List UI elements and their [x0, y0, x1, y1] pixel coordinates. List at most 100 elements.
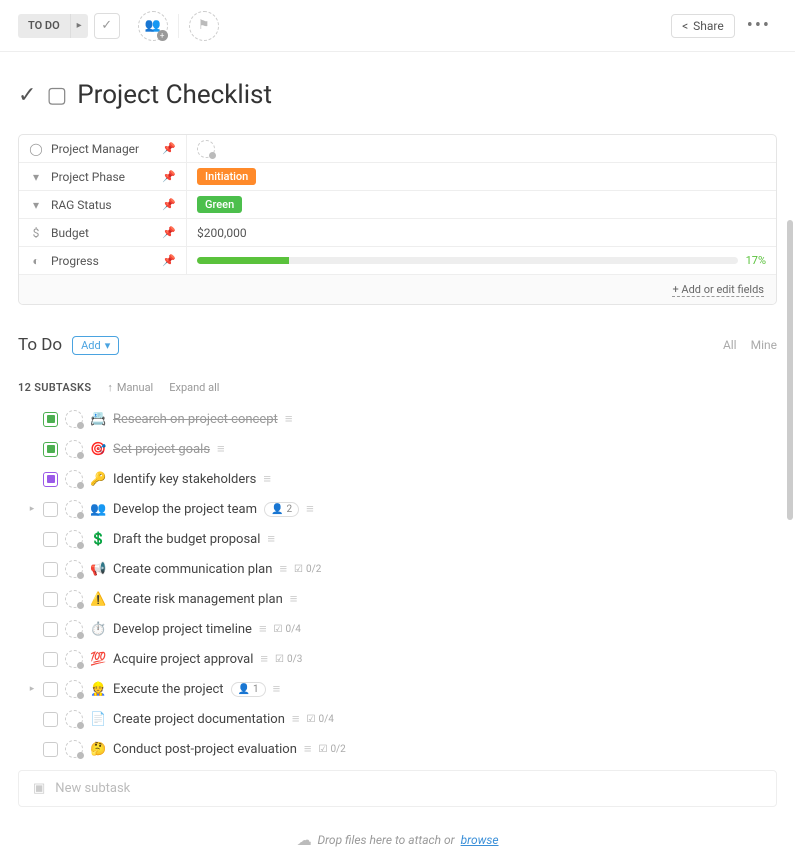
field-label: Budget	[51, 226, 89, 240]
add-edit-fields-link[interactable]: + Add or edit fields	[672, 283, 764, 297]
filter-mine[interactable]: Mine	[751, 338, 777, 352]
task-row[interactable]: 🎯Set project goals≡	[18, 434, 777, 464]
task-row[interactable]: 💯Acquire project approval≡0/3	[18, 644, 777, 674]
task-checkbox[interactable]	[43, 562, 58, 577]
sort-button[interactable]: ↑ Manual	[107, 381, 153, 394]
checklist-progress[interactable]: 0/4	[274, 624, 301, 635]
status-dropdown[interactable]: TO DO ▸	[18, 14, 88, 38]
task-row[interactable]: 🔑Identify key stakeholders≡	[18, 464, 777, 494]
attachment-dropzone[interactable]: ☁ Drop files here to attach or browse	[0, 819, 795, 861]
assignee-placeholder-icon[interactable]	[65, 620, 83, 638]
assignee-placeholder-icon[interactable]	[65, 710, 83, 728]
assignee-placeholder-icon[interactable]	[65, 440, 83, 458]
task-checkbox[interactable]	[43, 502, 58, 517]
task-checkbox[interactable]	[43, 442, 58, 457]
description-icon[interactable]: ≡	[304, 741, 312, 757]
expand-all-button[interactable]: Expand all	[169, 381, 219, 394]
description-icon[interactable]: ≡	[290, 591, 298, 607]
task-title[interactable]: Develop project timeline	[113, 622, 252, 637]
task-title[interactable]: Conduct post-project evaluation	[113, 742, 297, 757]
assignee-placeholder-icon[interactable]	[65, 560, 83, 578]
complete-button[interactable]: ✓	[94, 13, 120, 39]
field-value-project-manager[interactable]	[187, 135, 776, 162]
sort-label: Manual	[117, 381, 153, 394]
share-button[interactable]: < Share	[671, 14, 735, 38]
task-checkbox[interactable]	[43, 712, 58, 727]
pin-icon[interactable]: 📌	[162, 198, 176, 211]
task-row[interactable]: ⏱️Develop project timeline≡0/4	[18, 614, 777, 644]
pin-icon[interactable]: 📌	[162, 226, 176, 239]
task-checkbox[interactable]	[43, 592, 58, 607]
browse-link[interactable]: browse	[461, 833, 499, 847]
pin-icon[interactable]: 📌	[162, 254, 176, 267]
field-value-progress[interactable]: 17%	[187, 247, 776, 274]
field-value-rag-status[interactable]: Green	[187, 191, 776, 218]
checklist-progress[interactable]: 0/2	[294, 564, 321, 575]
assignee-placeholder-icon[interactable]	[65, 680, 83, 698]
description-icon[interactable]: ≡	[285, 411, 293, 427]
task-checkbox[interactable]	[43, 742, 58, 757]
task-checkbox[interactable]	[43, 472, 58, 487]
description-icon[interactable]: ≡	[217, 441, 225, 457]
task-title[interactable]: Draft the budget proposal	[113, 532, 260, 547]
task-title[interactable]: Create risk management plan	[113, 592, 283, 607]
task-title[interactable]: Identify key stakeholders	[113, 472, 256, 487]
assignee-placeholder-icon[interactable]	[65, 500, 83, 518]
description-icon[interactable]: ≡	[263, 471, 271, 487]
new-subtask-input[interactable]: ▣ New subtask	[18, 770, 777, 807]
description-icon[interactable]: ≡	[267, 531, 275, 547]
description-icon[interactable]: ≡	[292, 711, 300, 727]
description-icon[interactable]: ≡	[260, 651, 268, 667]
task-checkbox[interactable]	[43, 622, 58, 637]
expand-caret-icon[interactable]: ▸	[28, 504, 36, 514]
task-row[interactable]: 📄Create project documentation≡0/4	[18, 704, 777, 734]
more-menu-button[interactable]: •••	[741, 15, 777, 36]
description-icon[interactable]: ≡	[306, 501, 314, 517]
task-title[interactable]: Set project goals	[113, 442, 210, 457]
filter-all[interactable]: All	[723, 338, 737, 352]
assignee-placeholder-icon[interactable]	[65, 410, 83, 428]
task-checkbox[interactable]	[43, 532, 58, 547]
assignee-placeholder-icon[interactable]	[65, 590, 83, 608]
task-checkbox[interactable]	[43, 682, 58, 697]
assignees-button[interactable]: 👥 +	[138, 11, 168, 41]
task-title[interactable]: Create communication plan	[113, 562, 272, 577]
task-row[interactable]: 🤔Conduct post-project evaluation≡0/2	[18, 734, 777, 764]
expand-caret-icon[interactable]: ▸	[28, 684, 36, 694]
assignee-placeholder-icon[interactable]	[65, 530, 83, 548]
task-row[interactable]: ⚠️Create risk management plan≡	[18, 584, 777, 614]
budget-value: $200,000	[197, 226, 247, 240]
add-subtask-button[interactable]: Add ▾	[72, 336, 119, 355]
page-title[interactable]: Project Checklist	[77, 80, 272, 110]
task-checkbox[interactable]	[43, 412, 58, 427]
task-title[interactable]: Create project documentation	[113, 712, 285, 727]
task-title[interactable]: Research on project concept	[113, 412, 278, 427]
checklist-progress[interactable]: 0/3	[275, 654, 302, 665]
task-row[interactable]: ▸👥Develop the project team👤2≡	[18, 494, 777, 524]
scrollbar[interactable]	[787, 220, 793, 520]
task-checkbox[interactable]	[43, 652, 58, 667]
task-title[interactable]: Execute the project	[113, 682, 224, 697]
field-value-budget[interactable]: $200,000	[187, 219, 776, 246]
pin-icon[interactable]: 📌	[162, 142, 176, 155]
description-icon[interactable]: ≡	[259, 621, 267, 637]
priority-button[interactable]: ⚑	[189, 11, 219, 41]
task-title[interactable]: Develop the project team	[113, 502, 257, 517]
description-icon[interactable]: ≡	[273, 681, 281, 697]
assignee-placeholder-icon[interactable]	[65, 740, 83, 758]
task-row[interactable]: ▸👷Execute the project👤1≡	[18, 674, 777, 704]
field-value-project-phase[interactable]: Initiation	[187, 163, 776, 190]
assignee-count-pill[interactable]: 👤2	[264, 502, 299, 517]
task-title[interactable]: Acquire project approval	[113, 652, 253, 667]
task-row[interactable]: 📢Create communication plan≡0/2	[18, 554, 777, 584]
assignee-placeholder-icon[interactable]	[65, 470, 83, 488]
checklist-progress[interactable]: 0/4	[306, 714, 333, 725]
checklist-progress[interactable]: 0/2	[318, 744, 345, 755]
assignee-count-pill[interactable]: 👤1	[231, 682, 266, 697]
task-row[interactable]: 📇Research on project concept≡	[18, 404, 777, 434]
description-icon[interactable]: ≡	[279, 561, 287, 577]
chevron-down-icon: ▾	[105, 339, 111, 352]
assignee-placeholder-icon[interactable]	[65, 650, 83, 668]
pin-icon[interactable]: 📌	[162, 170, 176, 183]
task-row[interactable]: 💲Draft the budget proposal≡	[18, 524, 777, 554]
